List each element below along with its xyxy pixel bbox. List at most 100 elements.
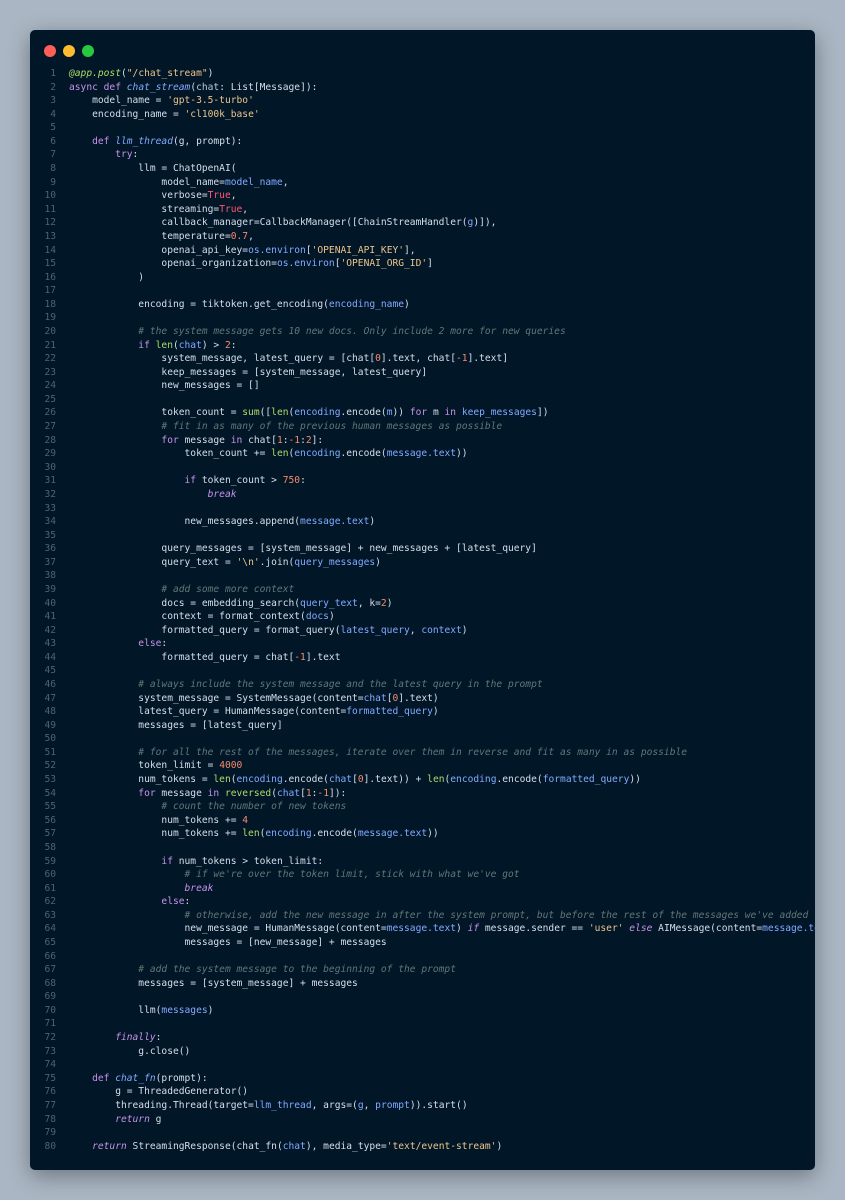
code-token: threading.Thread(target= [69, 1099, 254, 1111]
code-text: num_tokens += 4 [69, 814, 248, 828]
code-token: len [427, 774, 445, 786]
code-token: ].text) [398, 692, 439, 704]
code-token: query_text = [69, 556, 237, 568]
code-token: in [207, 787, 225, 799]
line-number: 33 [44, 502, 56, 514]
code-line: 65 messages = [new_message] + messages [30, 936, 815, 950]
line-number: 32 [44, 488, 56, 500]
code-token: keep_messages [461, 407, 537, 419]
line-number: 72 [44, 1032, 56, 1044]
code-token: , k= [357, 597, 381, 609]
code-token: ), media_type= [305, 1140, 387, 1152]
code-token: if [69, 339, 156, 351]
code-text: encoding_name = 'cl100k_base' [69, 108, 260, 122]
code-line: 29 token_count += len(encoding.encode(me… [30, 447, 815, 461]
line-number: 49 [44, 719, 56, 731]
code-token: , [242, 203, 249, 215]
code-token: num_tokens > token_limit: [178, 855, 324, 867]
code-token: 4000 [219, 760, 243, 772]
code-token: )) [409, 1099, 422, 1111]
line-number: 14 [44, 244, 56, 256]
line-number: 10 [44, 190, 56, 202]
maximize-window-button[interactable] [82, 45, 94, 57]
code-token: else [69, 638, 162, 650]
code-text: # for all the rest of the messages, iter… [69, 746, 687, 760]
code-line: 26 token_count = sum([len(encoding.encod… [30, 406, 815, 420]
code-token: latest_query = HumanMessage(content= [69, 706, 347, 718]
code-text: break [69, 488, 237, 502]
line-number: 52 [44, 760, 56, 772]
code-line: 47 system_message = SystemMessage(conten… [30, 692, 815, 706]
code-token: .encode( [311, 828, 358, 840]
code-token: )) [427, 828, 439, 840]
minimize-window-button[interactable] [63, 45, 75, 57]
code-line: 75 def chat_fn(prompt): [30, 1072, 815, 1086]
code-line: 1 @app.post("/chat_stream") [30, 67, 815, 81]
code-token: 'cl100k_base' [184, 108, 260, 120]
code-text: try: [69, 148, 138, 162]
line-number: 15 [44, 258, 56, 270]
code-token: for [404, 407, 433, 419]
code-line: 49 messages = [latest_query] [30, 719, 815, 733]
code-text: llm = ChatOpenAI( [69, 162, 236, 176]
code-token: g = ThreadedGenerator() [69, 1086, 249, 1098]
code-token: def [69, 135, 116, 147]
code-token: 'OPENAI_API_KEY' [311, 244, 405, 256]
line-number: 64 [44, 923, 56, 935]
code-line: 78 return g [30, 1113, 815, 1127]
code-token: # fit in as many of the previous human m… [69, 421, 503, 433]
code-line: 62 else: [30, 895, 815, 909]
code-line: 13 temperature=0.7, [30, 230, 815, 244]
code-token: 'user' [588, 923, 624, 935]
code-token: model_name= [69, 176, 225, 188]
code-token: message.text [386, 923, 456, 935]
line-number: 48 [44, 706, 56, 718]
code-token: 4 [242, 814, 249, 826]
code-text: # otherwise, add the new message in afte… [69, 909, 809, 923]
code-token: messages = [latest_query] [69, 719, 283, 731]
code-token: chat [196, 81, 220, 93]
code-line: 7 try: [30, 148, 815, 162]
code-token: ) [369, 516, 376, 528]
code-text: for message in chat[1:-1:2]: [69, 434, 323, 448]
code-text: break [69, 882, 214, 896]
code-text: # always include the system message and … [69, 678, 542, 692]
code-token: message.text [357, 828, 428, 840]
code-token: query_messages [294, 556, 376, 568]
line-number: 16 [44, 271, 56, 283]
code-token: token_limit = [69, 760, 220, 772]
code-line: 53 num_tokens = len(encoding.encode(chat… [30, 773, 815, 787]
code-token: encoding [294, 407, 341, 419]
code-token: prompt [375, 1099, 410, 1111]
code-line: 59 if num_tokens > token_limit: [30, 855, 815, 869]
line-number: 28 [44, 434, 56, 446]
code-text: verbose=True, [69, 189, 237, 203]
code-line: 57 num_tokens += len(encoding.encode(mes… [30, 827, 815, 841]
code-token: len [271, 407, 289, 419]
code-line: 30 [30, 461, 815, 475]
code-token: ) [432, 706, 439, 718]
code-token: keep_messages = [system_message, latest_… [69, 366, 428, 378]
code-text: openai_api_key=os.environ['OPENAI_API_KE… [69, 244, 415, 258]
code-token: for [69, 434, 185, 446]
line-number: 30 [44, 461, 56, 473]
line-number: 35 [44, 529, 56, 541]
line-number: 57 [44, 828, 56, 840]
code-text: # if we're over the token limit, stick w… [69, 868, 520, 882]
code-token: model_name = [69, 95, 168, 107]
code-token: , [409, 624, 422, 636]
code-token: : [184, 896, 191, 908]
code-token: encoding [265, 828, 312, 840]
line-number: 42 [44, 624, 56, 636]
code-text: system_message, latest_query = [chat[0].… [69, 352, 508, 366]
code-line: 6 def llm_thread(g, prompt): [30, 135, 815, 149]
code-token: , [230, 190, 237, 202]
close-window-button[interactable] [44, 45, 56, 57]
line-number: 3 [50, 95, 56, 107]
code-line: 23 keep_messages = [system_message, late… [30, 366, 815, 380]
code-text: return StreamingResponse(chat_fn(chat), … [69, 1140, 502, 1154]
code-text: ) [69, 271, 144, 285]
code-token: ) [404, 298, 410, 310]
code-token: llm_thread [115, 135, 173, 147]
code-token: formatted_query [346, 706, 433, 718]
